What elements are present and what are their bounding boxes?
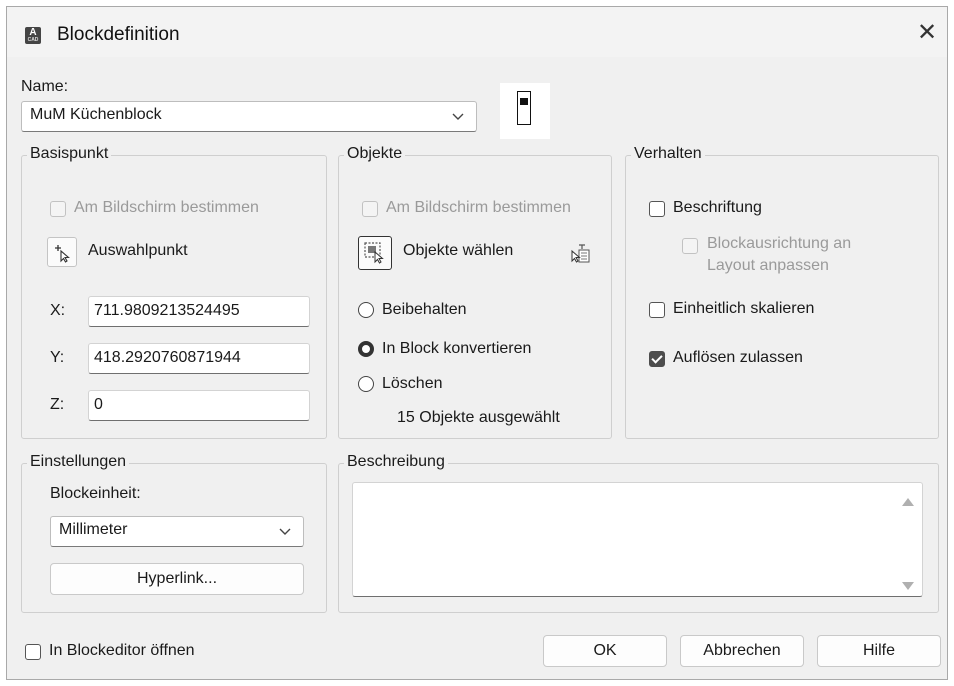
select-objects-icon xyxy=(364,242,384,264)
x-value: 711.9809213524495 xyxy=(94,302,240,319)
description-textarea[interactable] xyxy=(352,482,923,597)
y-label: Y: xyxy=(50,349,65,366)
x-field[interactable]: 711.9809213524495 xyxy=(88,296,310,327)
quick-select-icon xyxy=(571,244,590,263)
uniform-scale-label: Einheitlich skalieren xyxy=(673,300,815,317)
block-definition-dialog: A CAD Blockdefinition ✕ Name: MuM Küchen… xyxy=(6,6,948,680)
match-orientation-checkbox[interactable] xyxy=(682,238,698,254)
basispunkt-group: Basispunkt Am Bildschirm bestimmen Auswa… xyxy=(21,145,327,439)
scroll-down-icon[interactable] xyxy=(902,582,914,590)
match-orientation-label-line1: Blockausrichtung an xyxy=(707,235,852,252)
ok-button[interactable]: OK xyxy=(543,635,667,667)
block-unit-value: Millimeter xyxy=(59,521,128,538)
verhalten-group: Verhalten Beschriftung Blockausrichtung … xyxy=(625,145,939,439)
block-preview-symbol xyxy=(517,91,531,125)
convert-radio[interactable] xyxy=(358,341,374,357)
pick-point-button[interactable] xyxy=(47,237,77,267)
allow-explode-checkbox[interactable] xyxy=(649,351,665,367)
x-label: X: xyxy=(50,302,66,319)
annotative-label: Beschriftung xyxy=(673,199,762,216)
delete-radio[interactable] xyxy=(358,376,374,392)
close-icon[interactable]: ✕ xyxy=(913,19,941,47)
delete-label: Löschen xyxy=(382,375,443,392)
z-label: Z: xyxy=(50,396,65,413)
basispunkt-on-screen-label: Am Bildschirm bestimmen xyxy=(74,199,259,216)
convert-label: In Block konvertieren xyxy=(382,340,532,357)
basispunkt-title: Basispunkt xyxy=(27,145,112,163)
scroll-up-icon[interactable] xyxy=(902,498,914,506)
allow-explode-label: Auflösen zulassen xyxy=(673,349,803,366)
dialog-title: Blockdefinition xyxy=(57,24,180,45)
quick-select-button[interactable] xyxy=(565,238,595,268)
cancel-button[interactable]: Abbrechen xyxy=(680,635,804,667)
open-in-editor-label: In Blockeditor öffnen xyxy=(49,642,195,659)
match-orientation-label-line2: Layout anpassen xyxy=(707,257,829,274)
block-unit-combobox[interactable]: Millimeter xyxy=(50,516,304,547)
selection-status: 15 Objekte ausgewählt xyxy=(397,409,560,426)
name-label: Name: xyxy=(21,78,69,95)
y-field[interactable]: 418.2920760871944 xyxy=(88,343,310,374)
name-value: MuM Küchenblock xyxy=(30,106,162,123)
app-icon-caption: CAD xyxy=(27,37,39,43)
retain-label: Beibehalten xyxy=(382,301,467,318)
objekte-group: Objekte Am Bildschirm bestimmen Objekte … xyxy=(338,145,612,439)
help-button[interactable]: Hilfe xyxy=(817,635,941,667)
hyperlink-button[interactable]: Hyperlink... xyxy=(50,563,304,595)
uniform-scale-checkbox[interactable] xyxy=(649,302,665,318)
y-value: 418.2920760871944 xyxy=(94,349,241,366)
title-bar: A CAD Blockdefinition ✕ xyxy=(7,7,947,57)
autocad-app-icon: A CAD xyxy=(25,27,41,44)
pick-point-label: Auswahlpunkt xyxy=(88,242,188,259)
name-combobox[interactable]: MuM Küchenblock xyxy=(21,101,477,132)
chevron-down-icon xyxy=(279,528,291,535)
block-unit-label: Blockeinheit: xyxy=(50,485,141,502)
objekte-on-screen-label: Am Bildschirm bestimmen xyxy=(386,199,571,216)
einstellungen-group: Einstellungen Blockeinheit: Millimeter H… xyxy=(21,453,327,613)
open-in-editor-checkbox[interactable] xyxy=(25,644,41,660)
objekte-on-screen-checkbox[interactable] xyxy=(362,201,378,217)
beschreibung-title: Beschreibung xyxy=(344,453,448,471)
block-preview xyxy=(500,83,550,139)
basispunkt-on-screen-checkbox[interactable] xyxy=(50,201,66,217)
verhalten-title: Verhalten xyxy=(631,145,705,163)
annotative-checkbox[interactable] xyxy=(649,201,665,217)
select-objects-button[interactable] xyxy=(358,236,392,270)
einstellungen-title: Einstellungen xyxy=(27,453,130,471)
pick-point-icon xyxy=(55,245,70,263)
objekte-title: Objekte xyxy=(344,145,406,163)
select-objects-label: Objekte wählen xyxy=(403,242,514,259)
z-value: 0 xyxy=(94,396,103,413)
chevron-down-icon xyxy=(452,113,464,120)
retain-radio[interactable] xyxy=(358,302,374,318)
block-preview-marker xyxy=(520,98,528,105)
z-field[interactable]: 0 xyxy=(88,390,310,421)
